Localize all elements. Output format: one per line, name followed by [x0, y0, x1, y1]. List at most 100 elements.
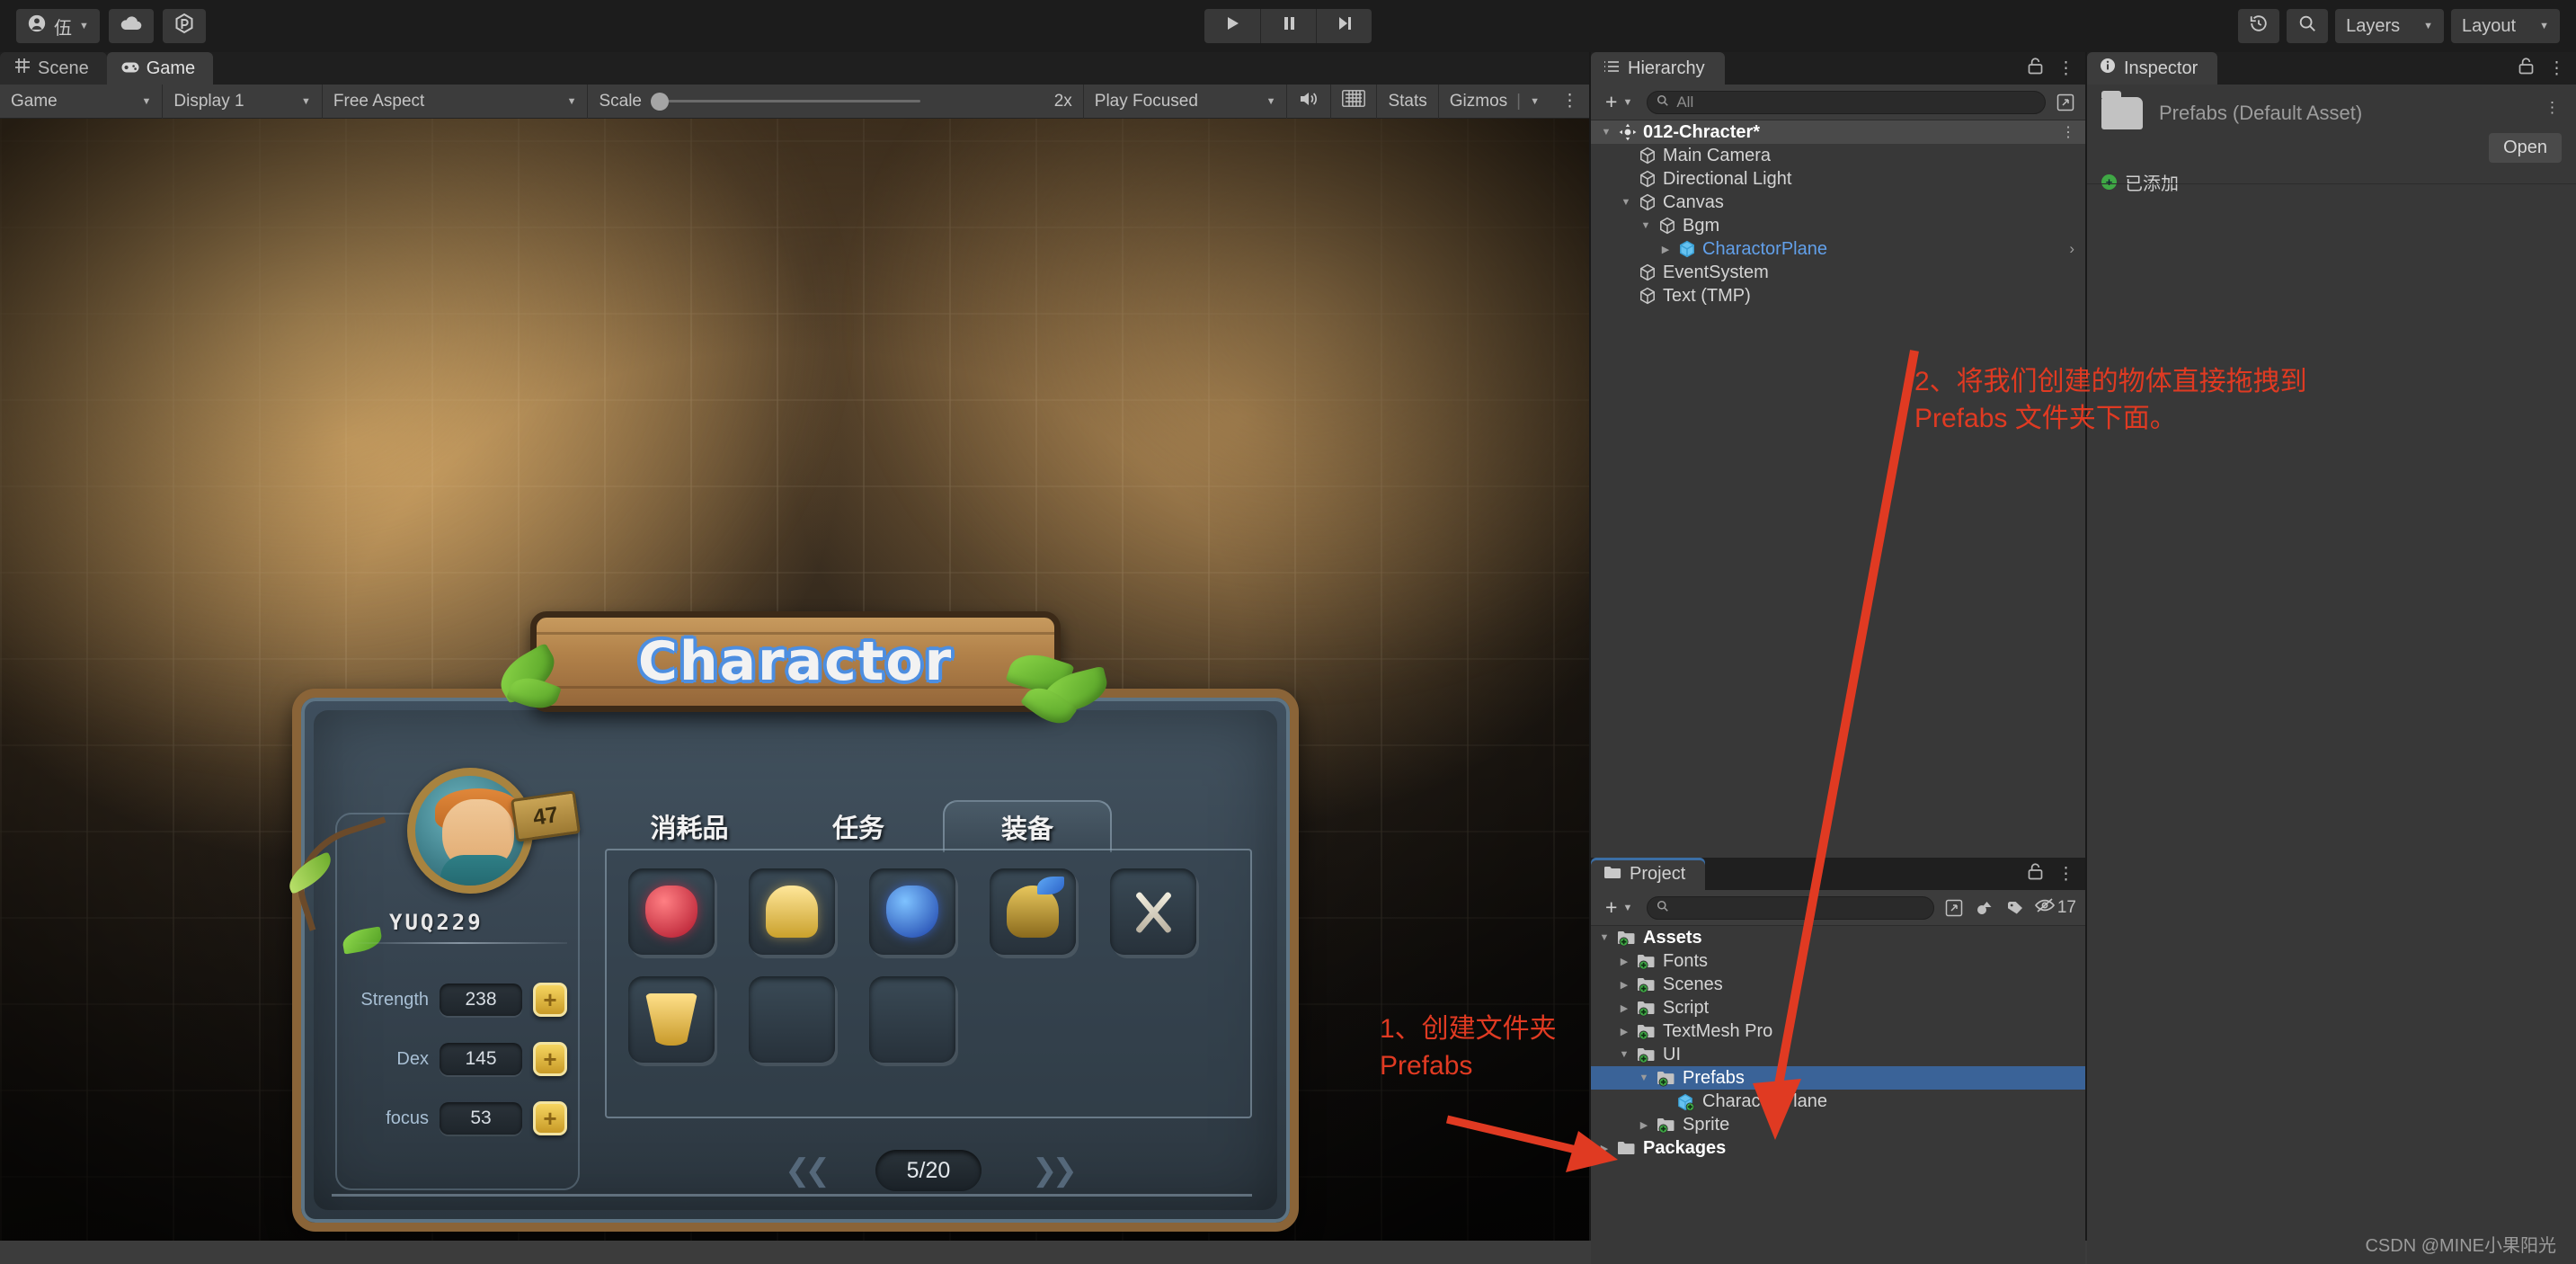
hierarchy-row-directional-light[interactable]: Directional Light — [1591, 167, 2085, 191]
layout-dropdown[interactable]: Layout ▼ — [2451, 9, 2560, 43]
chevron-right-icon[interactable]: ▶ — [1618, 1002, 1630, 1014]
chevron-right-icon[interactable]: › — [2069, 240, 2074, 258]
tab-hierarchy[interactable]: Hierarchy — [1591, 52, 1725, 85]
layers-dropdown[interactable]: Layers ▼ — [2335, 9, 2445, 43]
inspector-asset-title: Prefabs (Default Asset) — [2159, 102, 2363, 124]
chevron-down-icon[interactable]: ▼ — [1618, 1049, 1630, 1060]
cube-icon — [1639, 287, 1657, 305]
project-row-sprite[interactable]: ▶ Sprite — [1591, 1113, 2085, 1136]
hierarchy-row-canvas[interactable]: ▼ Canvas — [1591, 191, 2085, 214]
aspect-value: Free Aspect — [333, 91, 425, 111]
inventory-slot[interactable] — [1110, 868, 1196, 955]
project-add-button[interactable]: + ▼ — [1600, 895, 1638, 920]
inventory-slot[interactable] — [869, 868, 955, 955]
account-button[interactable]: 伍 ▼ — [16, 9, 100, 43]
ornament-left-icon[interactable]: ❮❮ — [785, 1153, 831, 1188]
inventory-tab-quest[interactable]: 任务 — [774, 800, 943, 852]
scale-slider-handle[interactable] — [650, 93, 669, 111]
gizmos-dropdown[interactable]: Gizmos | ▼ — [1439, 85, 1550, 119]
chevron-down-icon[interactable]: ▼ — [1638, 1073, 1650, 1083]
view-type-dropdown[interactable]: Game ▼ — [0, 84, 164, 119]
hierarchy-row-eventsystem[interactable]: EventSystem — [1591, 261, 2085, 284]
open-button[interactable]: Open — [2489, 133, 2562, 163]
inventory-slot[interactable] — [749, 868, 835, 955]
stat-increase-button[interactable]: + — [533, 983, 567, 1017]
lock-open-icon[interactable] — [2518, 57, 2534, 80]
search-button[interactable] — [2287, 9, 2329, 43]
chevron-right-icon[interactable]: ▶ — [1638, 1119, 1650, 1131]
cloud-button[interactable] — [108, 9, 154, 43]
tab-game[interactable]: Game — [106, 52, 214, 85]
expand-window-icon[interactable] — [2055, 92, 2076, 113]
inventory-slot[interactable] — [628, 976, 715, 1063]
hierarchy-row-main-camera[interactable]: Main Camera — [1591, 144, 2085, 167]
stat-label: focus — [386, 1108, 429, 1128]
expand-window-icon[interactable] — [1943, 897, 1965, 919]
project-row-script[interactable]: ▶ Script — [1591, 996, 2085, 1019]
label-tag-icon[interactable] — [2004, 897, 2026, 919]
stats-button[interactable]: Stats — [1377, 84, 1439, 119]
aspect-dropdown[interactable]: Free Aspect ▼ — [323, 84, 589, 119]
kebab-menu-icon[interactable]: ⋮ — [2545, 99, 2560, 117]
chevron-right-icon[interactable]: ▶ — [1618, 979, 1630, 991]
tab-inspector[interactable]: Inspector — [2087, 52, 2218, 85]
pause-button[interactable] — [1260, 9, 1316, 43]
scale-slider[interactable] — [650, 93, 920, 111]
kebab-menu-icon[interactable]: ⋮ — [2057, 864, 2074, 885]
mute-audio-button[interactable] — [1287, 84, 1332, 119]
project-row-scenes[interactable]: ▶ Scenes — [1591, 973, 2085, 996]
hierarchy-row-charactorplane[interactable]: ▶ CharactorPlane › — [1591, 237, 2085, 261]
play-button[interactable] — [1204, 9, 1260, 43]
project-row-prefabs[interactable]: ▼ Prefabs — [1591, 1066, 2085, 1090]
project-row-ui[interactable]: ▼ UI — [1591, 1043, 2085, 1066]
project-row-packages[interactable]: ▶ Packages — [1591, 1136, 2085, 1160]
project-search-input[interactable] — [1647, 895, 1934, 920]
unity-services-button[interactable] — [162, 9, 206, 43]
inventory-slot[interactable] — [749, 976, 835, 1063]
game-render-area[interactable]: 47 YUQ229 Strength 238 + Dex 145 + focus… — [0, 119, 1589, 1264]
inventory-tab-equipment[interactable]: 装备 — [943, 800, 1112, 852]
chevron-right-icon[interactable]: ▶ — [1659, 244, 1672, 255]
history-button[interactable] — [2238, 9, 2280, 43]
stat-increase-button[interactable]: + — [533, 1101, 567, 1135]
inventory-slot[interactable] — [990, 868, 1076, 955]
ornament-right-icon[interactable]: ❯❯ — [1032, 1153, 1078, 1188]
project-row-fonts[interactable]: ▶ Fonts — [1591, 949, 2085, 973]
chevron-down-icon[interactable]: ▼ — [1600, 127, 1612, 138]
game-view-menu[interactable]: ⋮ — [1550, 85, 1589, 119]
chevron-down-icon[interactable]: ▼ — [1598, 932, 1611, 943]
chevron-right-icon[interactable]: ▶ — [1618, 956, 1630, 967]
hierarchy-search-input[interactable]: All — [1647, 90, 2046, 114]
chevron-right-icon[interactable]: ▶ — [1618, 1026, 1630, 1037]
hierarchy-row-012-chracter[interactable]: ▼ 012-Chracter* ⋮ — [1591, 120, 2085, 144]
chevron-down-icon[interactable]: ▼ — [1620, 197, 1632, 208]
kebab-menu-icon[interactable]: ⋮ — [2057, 58, 2074, 79]
lock-open-icon[interactable] — [2028, 57, 2043, 80]
inventory-tab-consumables[interactable]: 消耗品 — [605, 800, 774, 852]
inventory-slot[interactable] — [869, 976, 955, 1063]
item-helmet-icon — [1007, 877, 1064, 938]
hidden-assets-toggle[interactable]: 17 — [2034, 897, 2076, 919]
chevron-down-icon[interactable]: ▼ — [1639, 220, 1652, 231]
asset-type-filter-icon[interactable] — [1974, 897, 1995, 919]
hierarchy-row-text-tmp[interactable]: Text (TMP) — [1591, 284, 2085, 307]
stats-keyboard-toggle[interactable] — [1331, 84, 1378, 119]
hierarchy-search-row: + ▼ All — [1591, 85, 2085, 120]
tab-project[interactable]: Project — [1591, 858, 1706, 890]
kebab-menu-icon[interactable]: ⋮ — [2061, 123, 2076, 141]
chevron-right-icon[interactable]: ▶ — [1598, 1143, 1611, 1154]
scale-slider-group[interactable]: Scale 2x — [588, 84, 1084, 119]
display-dropdown[interactable]: Display 1 ▼ — [163, 84, 323, 119]
lock-open-icon[interactable] — [2028, 862, 2043, 886]
inventory-slot[interactable] — [628, 868, 715, 955]
kebab-menu-icon[interactable]: ⋮ — [2548, 58, 2565, 79]
hierarchy-add-button[interactable]: + ▼ — [1600, 90, 1638, 114]
project-row-charactorplane[interactable]: CharactorPlane — [1591, 1090, 2085, 1113]
hierarchy-row-bgm[interactable]: ▼ Bgm — [1591, 214, 2085, 237]
stat-increase-button[interactable]: + — [533, 1042, 567, 1076]
step-button[interactable] — [1316, 9, 1372, 43]
tab-scene[interactable]: Scene — [0, 52, 107, 85]
project-row-assets[interactable]: ▼ Assets — [1591, 926, 2085, 949]
play-mode-dropdown[interactable]: Play Focused ▼ — [1084, 84, 1288, 119]
project-row-textmesh-pro[interactable]: ▶ TextMesh Pro — [1591, 1019, 2085, 1043]
